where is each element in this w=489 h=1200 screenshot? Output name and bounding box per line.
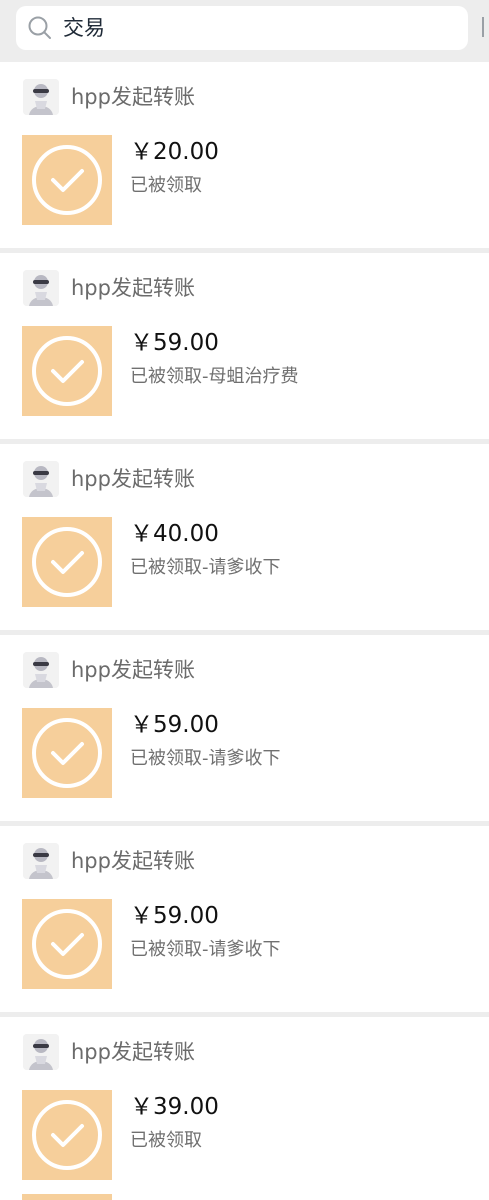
transfer-record-partial[interactable] — [0, 1194, 489, 1200]
transfer-status: 已被领取 — [130, 175, 202, 196]
transfer-title: hpp发起转账 — [71, 85, 195, 109]
transfer-amount: ￥59.00 — [130, 330, 219, 356]
transfer-status: 已被领取-请爹收下 — [130, 748, 281, 769]
avatar — [23, 1034, 59, 1070]
transfer-title: hpp发起转账 — [71, 276, 195, 300]
avatar — [23, 270, 59, 306]
transfer-amount: ￥59.00 — [130, 903, 219, 929]
transfer-accepted-icon — [22, 517, 112, 607]
transfer-title: hpp发起转账 — [71, 1040, 195, 1064]
transfer-tile-partial — [22, 1194, 112, 1200]
transfer-record[interactable]: hpp发起转账 ￥40.00 已被领取-请爹收下 — [0, 444, 489, 630]
cancel-button-edge[interactable] — [482, 17, 488, 37]
transfer-title: hpp发起转账 — [71, 658, 195, 682]
transfer-accepted-icon — [22, 899, 112, 989]
transfer-amount: ￥39.00 — [130, 1094, 219, 1120]
transfer-accepted-icon — [22, 135, 112, 225]
transfer-amount: ￥20.00 — [130, 139, 219, 165]
transfer-accepted-icon — [22, 1090, 112, 1180]
transfer-amount: ￥40.00 — [130, 521, 219, 547]
transfer-record[interactable]: hpp发起转账 ￥59.00 已被领取-请爹收下 — [0, 826, 489, 1012]
transfer-title: hpp发起转账 — [71, 849, 195, 873]
transfer-accepted-icon — [22, 326, 112, 416]
transfer-accepted-icon — [22, 708, 112, 798]
transfer-status: 已被领取-请爹收下 — [130, 557, 281, 578]
transfer-title: hpp发起转账 — [71, 467, 195, 491]
transfer-record[interactable]: hpp发起转账 ￥39.00 已被领取 — [0, 1017, 489, 1194]
transfer-amount: ￥59.00 — [130, 712, 219, 738]
transfer-record[interactable]: hpp发起转账 ￥59.00 已被领取-请爹收下 — [0, 635, 489, 821]
transfer-record[interactable]: hpp发起转账 ￥20.00 已被领取 — [0, 62, 489, 248]
avatar — [23, 652, 59, 688]
search-query: 交易 — [63, 16, 105, 40]
search-input[interactable]: 交易 — [16, 6, 468, 50]
transfer-status: 已被领取-母蛆治疗费 — [130, 366, 299, 387]
avatar — [23, 461, 59, 497]
transfer-status: 已被领取-请爹收下 — [130, 939, 281, 960]
transfer-status: 已被领取 — [130, 1130, 202, 1151]
search-icon — [27, 15, 53, 41]
search-bar: 交易 — [0, 0, 489, 62]
avatar — [23, 843, 59, 879]
transfer-record[interactable]: hpp发起转账 ￥59.00 已被领取-母蛆治疗费 — [0, 253, 489, 439]
avatar — [23, 79, 59, 115]
